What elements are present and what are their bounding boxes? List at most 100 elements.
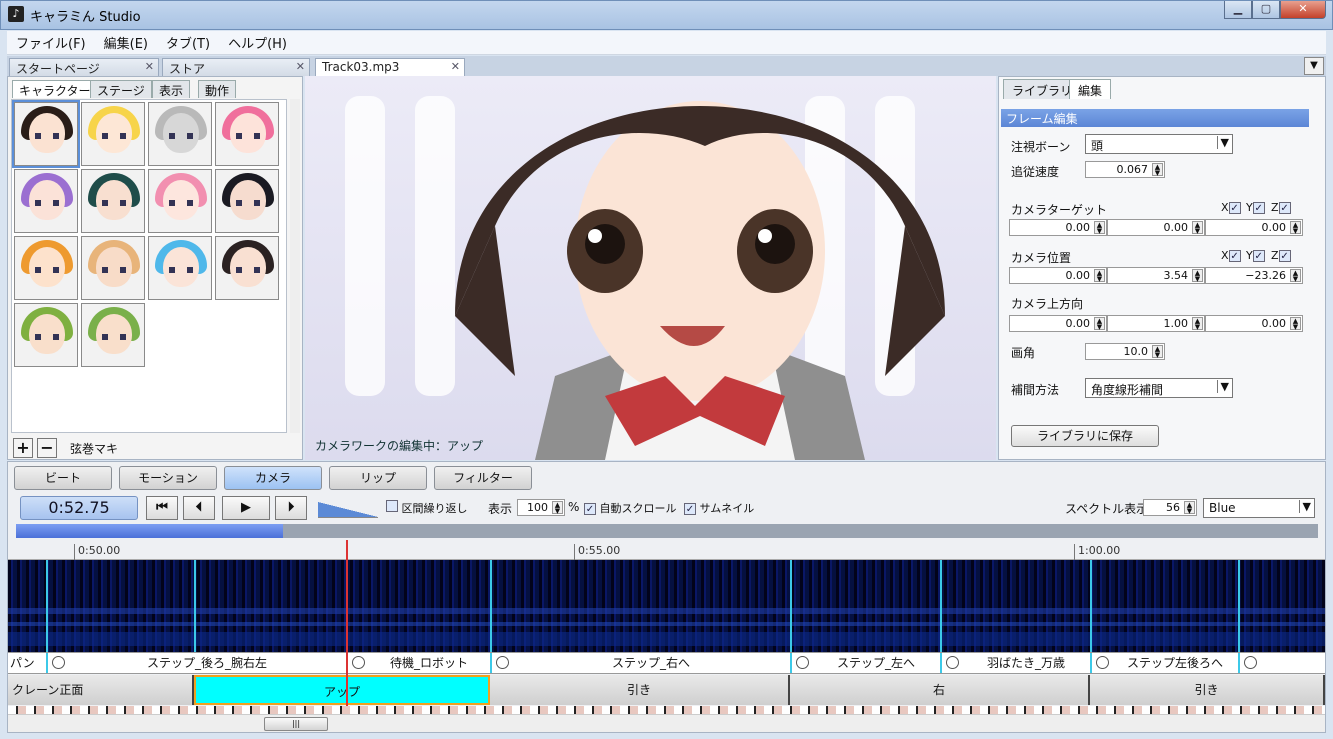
- add-button[interactable]: +: [13, 438, 33, 458]
- circle-icon[interactable]: [1244, 656, 1257, 669]
- spectrum-input[interactable]: 56 ▲ ▼: [1143, 499, 1197, 516]
- play-button[interactable]: ▶: [222, 496, 270, 520]
- camera-clip[interactable]: アップ: [194, 675, 490, 705]
- zoom-input[interactable]: 100 ▲ ▼: [517, 499, 565, 516]
- motion-clip[interactable]: [1238, 653, 1325, 673]
- motion-clip[interactable]: ステップ_左へ: [790, 653, 940, 673]
- axis-checkbox-y[interactable]: Y ✓: [1246, 201, 1265, 214]
- menu-file[interactable]: ファイル(F): [7, 33, 95, 52]
- character-thumbnail[interactable]: [215, 102, 279, 166]
- spinner-icon[interactable]: ▲ ▼: [1152, 163, 1163, 177]
- character-thumbnail[interactable]: [14, 303, 78, 367]
- tab-edit[interactable]: 編集: [1069, 79, 1112, 99]
- thumbnail-checkbox[interactable]: ✓ サムネイル: [684, 500, 754, 516]
- spinner-icon[interactable]: ▲ ▼: [1290, 221, 1301, 235]
- progress-bar[interactable]: [16, 524, 1318, 538]
- fov-input[interactable]: 10.0 ▲ ▼: [1085, 343, 1165, 360]
- spinner-icon[interactable]: ▲ ▼: [1290, 317, 1301, 331]
- spinner-icon[interactable]: ▲ ▼: [1290, 269, 1301, 283]
- remove-button[interactable]: −: [37, 438, 57, 458]
- axis-checkbox-z[interactable]: Z ✓: [1271, 201, 1291, 214]
- spinner-icon[interactable]: ▲ ▼: [1094, 269, 1105, 283]
- camera-up-z[interactable]: 0.00 ▲ ▼: [1205, 315, 1303, 332]
- menu-tab[interactable]: タブ(T): [157, 33, 219, 52]
- camera-up-x[interactable]: 0.00 ▲ ▼: [1009, 315, 1107, 332]
- circle-icon[interactable]: [496, 656, 509, 669]
- 3d-viewport[interactable]: カメラワークの編集中：アップ: [305, 76, 996, 460]
- character-thumbnail[interactable]: [81, 102, 145, 166]
- spinner-icon[interactable]: ▲ ▼: [1192, 221, 1203, 235]
- spinner-icon[interactable]: ▲ ▼: [1094, 317, 1105, 331]
- circle-icon[interactable]: [946, 656, 959, 669]
- color-select[interactable]: Blue ▼: [1203, 498, 1315, 518]
- spinner-icon[interactable]: ▲ ▼: [1192, 269, 1203, 283]
- character-thumbnail[interactable]: [81, 303, 145, 367]
- axis-checkbox-z[interactable]: Z ✓: [1271, 249, 1291, 262]
- close-icon[interactable]: ✕: [145, 60, 154, 73]
- camera-clip[interactable]: 右: [790, 675, 1090, 705]
- loop-checkbox[interactable]: 区間繰り返し: [386, 500, 468, 516]
- tab-beat[interactable]: ビート: [14, 466, 112, 490]
- close-button[interactable]: ✕: [1280, 1, 1326, 19]
- axis-checkbox-y[interactable]: Y ✓: [1246, 249, 1265, 262]
- menu-edit[interactable]: 編集(E): [95, 33, 157, 52]
- circle-icon[interactable]: [796, 656, 809, 669]
- tab-stage[interactable]: ステージ: [90, 80, 152, 98]
- close-icon[interactable]: ✕: [451, 60, 460, 73]
- spinner-icon[interactable]: ▲ ▼: [1192, 317, 1203, 331]
- tab-camera[interactable]: カメラ: [224, 466, 322, 490]
- tab-start-page[interactable]: スタートページ ✕: [9, 58, 159, 76]
- camera-pos-z[interactable]: −23.26 ▲ ▼: [1205, 267, 1303, 284]
- tab-filter[interactable]: フィルター: [434, 466, 532, 490]
- character-thumbnail[interactable]: [14, 236, 78, 300]
- time-ruler[interactable]: 0:50.00 0:55.00 1:00.00: [8, 540, 1325, 560]
- tab-display[interactable]: 表示: [152, 80, 191, 98]
- camera-clip[interactable]: クレーン正面: [8, 675, 194, 705]
- close-icon[interactable]: ✕: [296, 60, 305, 73]
- next-button[interactable]: ⏵: [275, 496, 307, 520]
- gaze-bone-select[interactable]: 頭 ▼: [1085, 134, 1233, 154]
- camera-up-y[interactable]: 1.00 ▲ ▼: [1107, 315, 1205, 332]
- interp-select[interactable]: 角度線形補間 ▼: [1085, 378, 1233, 398]
- tab-motion[interactable]: モーション: [119, 466, 217, 490]
- motion-clip[interactable]: ステップ_後ろ_腕右左: [46, 653, 346, 673]
- motion-clip[interactable]: ステップ左後ろへ: [1090, 653, 1238, 673]
- tab-action[interactable]: 動作: [198, 80, 237, 98]
- character-thumbnail[interactable]: [215, 169, 279, 233]
- character-thumbnail[interactable]: [81, 236, 145, 300]
- character-thumbnail[interactable]: [14, 169, 78, 233]
- menu-help[interactable]: ヘルプ(H): [219, 33, 296, 52]
- spinner-icon[interactable]: ▲ ▼: [1094, 221, 1105, 235]
- tab-store[interactable]: ストア ✕: [162, 58, 310, 76]
- scroll-thumb[interactable]: |||: [264, 717, 328, 731]
- spinner-icon[interactable]: ▲ ▼: [552, 501, 563, 515]
- maximize-button[interactable]: ▢: [1252, 1, 1280, 19]
- circle-icon[interactable]: [52, 656, 65, 669]
- skip-start-button[interactable]: ⏮: [146, 496, 178, 520]
- axis-checkbox-x[interactable]: X ✓: [1221, 249, 1241, 262]
- follow-speed-input[interactable]: 0.067 ▲ ▼: [1085, 161, 1165, 178]
- tab-character[interactable]: キャラクター: [12, 80, 98, 98]
- tab-list-dropdown[interactable]: ▼: [1304, 57, 1324, 75]
- character-thumbnail[interactable]: [148, 169, 212, 233]
- horizontal-scrollbar[interactable]: |||: [8, 714, 1325, 732]
- save-to-library-button[interactable]: ライブラリに保存: [1011, 425, 1159, 447]
- character-thumbnail[interactable]: [215, 236, 279, 300]
- tab-lip[interactable]: リップ: [329, 466, 427, 490]
- camera-target-y[interactable]: 0.00 ▲ ▼: [1107, 219, 1205, 236]
- minimize-button[interactable]: ▁: [1224, 1, 1252, 19]
- axis-checkbox-x[interactable]: X ✓: [1221, 201, 1241, 214]
- playhead[interactable]: [346, 540, 348, 710]
- vertical-scrollbar[interactable]: [290, 99, 300, 433]
- character-thumbnail[interactable]: [12, 100, 80, 168]
- circle-icon[interactable]: [1096, 656, 1109, 669]
- camera-pos-y[interactable]: 3.54 ▲ ▼: [1107, 267, 1205, 284]
- character-thumbnail[interactable]: [148, 236, 212, 300]
- prev-button[interactable]: ⏴: [183, 496, 215, 520]
- motion-clip[interactable]: 羽ばたき_万歳: [940, 653, 1090, 673]
- spinner-icon[interactable]: ▲ ▼: [1152, 345, 1163, 359]
- autoscroll-checkbox[interactable]: ✓ 自動スクロール: [584, 500, 677, 516]
- spinner-icon[interactable]: ▲ ▼: [1184, 501, 1195, 515]
- camera-target-x[interactable]: 0.00 ▲ ▼: [1009, 219, 1107, 236]
- camera-clip[interactable]: 引き: [490, 675, 790, 705]
